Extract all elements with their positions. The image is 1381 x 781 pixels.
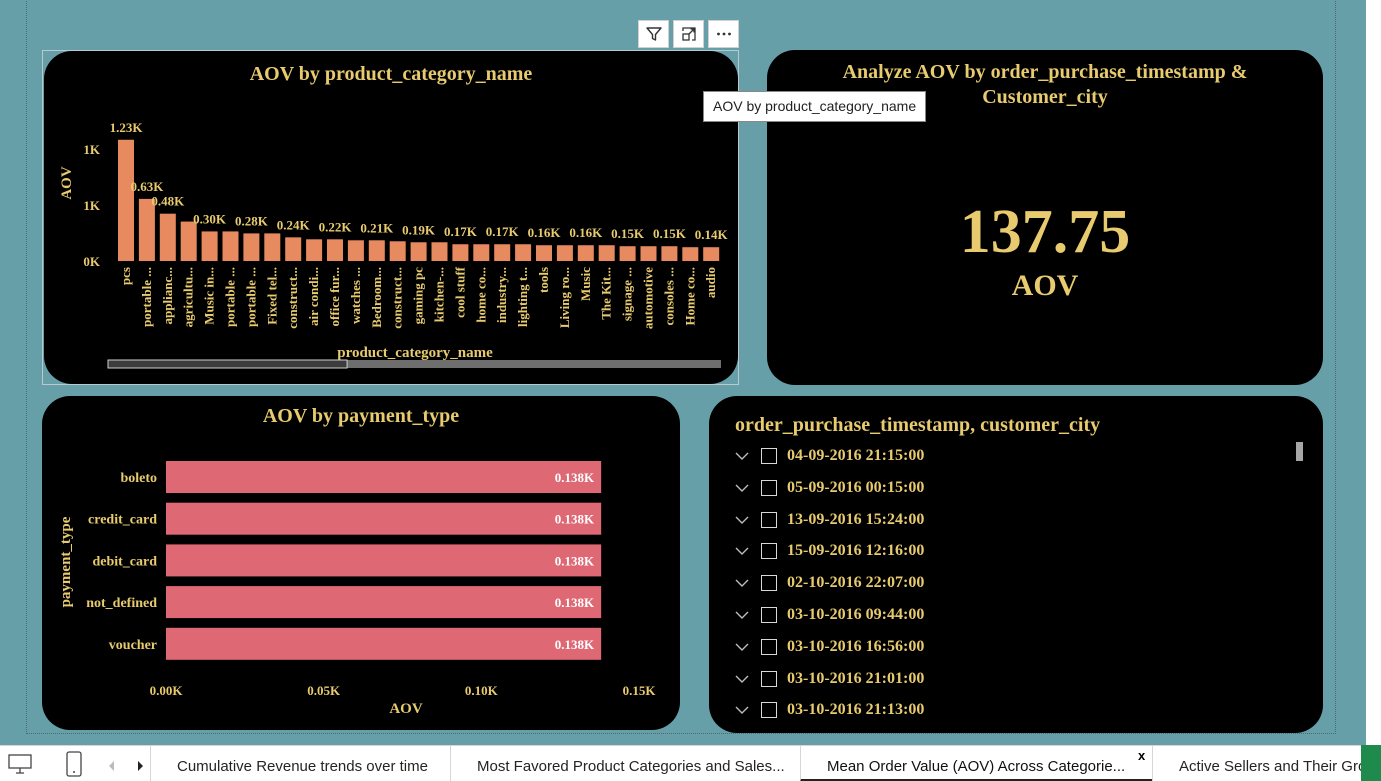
payment-bar-chart[interactable]: payment_type boleto 0.138K credit_card 0.138… [42,396,680,730]
scroll-left-icon[interactable] [107,759,117,777]
kpi-value: 137.75 [959,198,1131,266]
slicer-item-label: 15-09-2016 12:16:00 [787,542,925,560]
page-tab-cumulative-revenue[interactable]: Cumulative Revenue trends over time [150,746,450,781]
bar-data-label: 0.138K [555,512,595,527]
slicer-item-label: 03-10-2016 21:13:00 [787,701,925,719]
y-tick-label: debit_card [92,554,157,569]
visual-selection-frame [42,50,739,385]
slicer-item-label: 02-10-2016 22:07:00 [787,574,925,592]
slicer-item-label: 03-10-2016 09:44:00 [787,606,925,623]
chevron-down-icon[interactable] [735,544,749,558]
mobile-view-icon[interactable] [64,751,84,781]
bar-data-label: 0.138K [555,553,595,568]
visual-header-toolbar [638,20,739,48]
slicer-item[interactable]: 04-09-2016 21:15:00 [735,445,924,467]
chevron-down-icon[interactable] [735,672,749,686]
y-tick-label: credit_card [88,513,157,528]
payment-bar [166,627,602,660]
x-tick-label: 0.15K [623,683,657,698]
chevron-down-icon[interactable] [735,481,749,495]
bar-data-label: 0.138K [555,470,595,485]
kpi-title-line1: Analyze AOV by order_purchase_timestamp … [842,61,1248,83]
filter-icon[interactable] [638,20,669,48]
chart-tooltip: AOV by product_category_name [703,91,927,122]
y-tick-label: not_defined [86,596,157,611]
slicer-item[interactable]: 03-10-2016 16:56:00 [735,636,924,658]
slicer-item-label: 13-09-2016 15:24:00 [787,510,925,528]
page-tab-bar: Cumulative Revenue trends over time Most… [0,745,1381,781]
chevron-down-icon[interactable] [735,576,749,590]
slicer-item-label: 04-09-2016 21:15:00 [787,447,925,464]
chevron-down-icon[interactable] [735,449,749,463]
page-tab-product-categories[interactable]: Most Favored Product Categories and Sale… [450,746,800,781]
slicer-scrollbar-thumb[interactable] [1296,442,1303,461]
slicer-item-label: 03-10-2016 16:56:00 [787,637,925,655]
chevron-down-icon[interactable] [735,608,749,622]
slicer-item[interactable]: 13-09-2016 15:24:00 [735,509,924,531]
payment-bar [166,544,602,577]
bar-data-label: 0.138K [555,595,595,610]
slicer-item-label: 03-10-2016 21:01:00 [787,669,925,687]
checkbox[interactable] [761,511,777,528]
x-axis-label: AOV [389,701,423,717]
checkbox[interactable] [761,638,777,655]
slicer-item[interactable]: 03-10-2016 09:44:00 [735,604,924,626]
right-scroll-strip [1366,0,1381,745]
page-tab-aov[interactable]: Mean Order Value (AOV) Across Categorie.… [800,746,1152,781]
checkbox[interactable] [761,543,777,560]
scroll-right-icon[interactable] [135,759,145,777]
add-page-button[interactable] [1361,745,1381,781]
slicer-item[interactable]: 15-09-2016 12:16:00 [735,540,924,562]
checkbox[interactable] [761,575,777,592]
chevron-down-icon[interactable] [735,513,749,527]
slicer-item[interactable]: 02-10-2016 22:07:00 [735,572,924,594]
payment-bar [166,586,602,619]
slicer-item[interactable]: 03-10-2016 21:01:00 [735,668,924,690]
payment-bar [166,502,602,535]
chevron-down-icon[interactable] [735,703,749,717]
slicer-item[interactable]: 05-09-2016 00:15:00 [735,477,924,499]
checkbox[interactable] [761,448,777,464]
checkbox[interactable] [761,479,777,496]
slicer-title: order_purchase_timestamp, customer_city [735,414,1101,436]
y-tick-label: voucher [109,638,157,653]
slicer-item-label: 05-09-2016 00:15:00 [787,478,925,496]
checkbox[interactable] [761,607,777,623]
page-tab-active-sellers[interactable]: Active Sellers and Their Gro [1152,746,1367,781]
bar-data-label: 0.138K [555,637,595,652]
x-tick-label: 0.00K [150,683,184,698]
payment-chart-card[interactable]: AOV by payment_type payment_type boleto 0.… [42,396,680,730]
kpi-label: AOV [1011,269,1079,302]
more-options-icon[interactable] [708,20,739,48]
y-tick-label: boleto [120,471,157,486]
focus-mode-icon[interactable] [673,20,704,48]
payment-bar [166,461,602,493]
close-tab-icon[interactable]: x [1138,748,1145,763]
x-tick-label: 0.10K [465,683,499,698]
checkbox[interactable] [761,670,777,687]
desktop-view-icon[interactable] [7,753,33,780]
y-axis-label: payment_type [58,516,74,607]
x-tick-label: 0.05K [307,683,341,698]
chevron-down-icon[interactable] [735,640,749,654]
slicer-item[interactable]: 03-10-2016 21:13:00 [735,699,924,721]
checkbox[interactable] [761,702,777,719]
